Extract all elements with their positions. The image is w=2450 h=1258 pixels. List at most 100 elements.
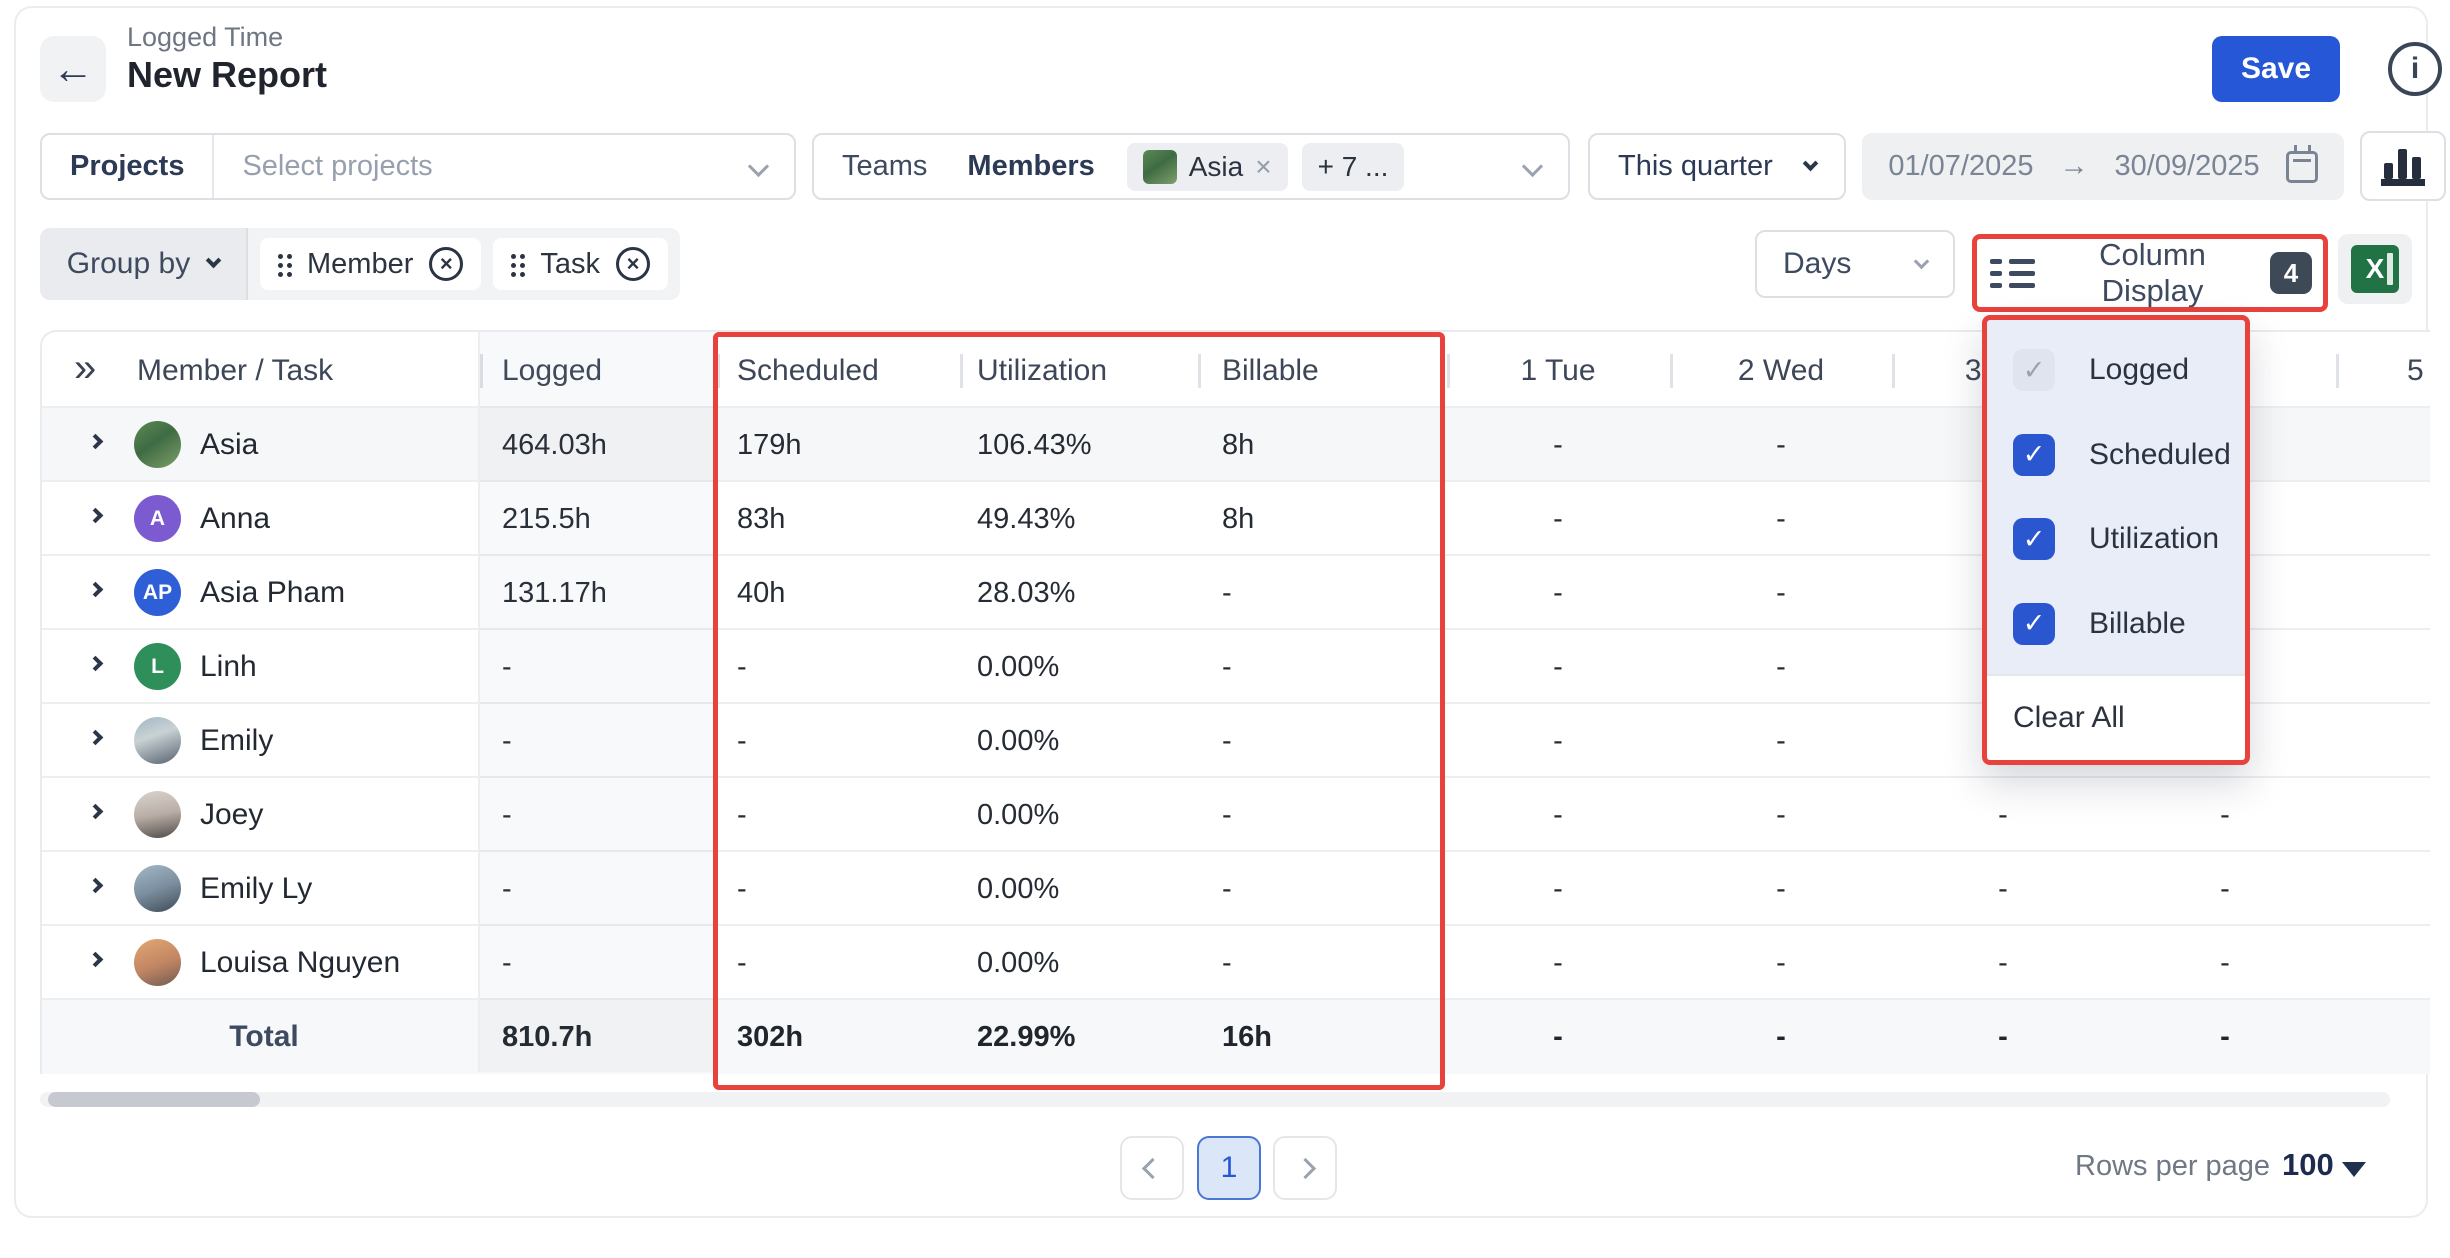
column-option-billable[interactable]: ✓Billable xyxy=(1987,603,2245,645)
total-utilization: 22.99% xyxy=(977,1021,1075,1054)
avatar xyxy=(134,791,181,838)
back-button[interactable]: ← xyxy=(40,36,106,102)
divider xyxy=(2336,354,2339,388)
row-expander-icon[interactable] xyxy=(88,434,104,450)
divider xyxy=(1198,354,1201,388)
save-button[interactable]: Save xyxy=(2212,36,2340,102)
next-page-button[interactable] xyxy=(1273,1136,1337,1200)
date-range[interactable]: 01/07/2025 → 30/09/2025 xyxy=(1862,133,2344,200)
col-member-task: Member / Task xyxy=(137,354,333,388)
member-name: Louisa Nguyen xyxy=(200,946,400,980)
granularity-select[interactable]: Days xyxy=(1755,230,1955,298)
member-name: Emily xyxy=(200,724,273,758)
checkbox-icon[interactable]: ✓ xyxy=(2013,518,2055,560)
col-billable: Billable xyxy=(1222,354,1319,388)
divider xyxy=(1892,354,1895,388)
day-cell: - xyxy=(1553,799,1563,832)
member-chip-avatar xyxy=(1143,150,1177,184)
day-cell: - xyxy=(1776,947,1786,980)
drag-handle-icon[interactable] xyxy=(511,254,516,259)
chip-close-icon[interactable]: × xyxy=(1255,151,1271,183)
metric-cell: 106.43% xyxy=(977,429,1092,462)
rows-per-page-label: Rows per page xyxy=(2075,1150,2270,1183)
divider xyxy=(1447,354,1450,388)
day-cell: - xyxy=(2220,947,2230,980)
group-chip-member[interactable]: Member × xyxy=(260,238,481,290)
row-expander-icon[interactable] xyxy=(88,582,104,598)
date-end[interactable]: 30/09/2025 xyxy=(2115,150,2260,183)
clear-all-button[interactable]: Clear All xyxy=(1987,674,2245,760)
group-chip-task[interactable]: Task × xyxy=(493,238,668,290)
teams-members-filter[interactable]: Teams Members Asia × + 7 ... xyxy=(812,133,1570,200)
remove-chip-icon[interactable]: × xyxy=(429,247,463,281)
members-tab[interactable]: Members xyxy=(927,150,1094,183)
more-members-chip[interactable]: + 7 ... xyxy=(1302,143,1405,191)
metric-cell: - xyxy=(1222,577,1232,610)
current-page-button[interactable]: 1 xyxy=(1197,1136,1261,1200)
metric-cell: - xyxy=(502,947,512,980)
metric-cell: - xyxy=(502,651,512,684)
chart-view-button[interactable] xyxy=(2360,131,2446,201)
metric-cell: 49.43% xyxy=(977,503,1075,536)
metric-cell: - xyxy=(1222,947,1232,980)
member-chip[interactable]: Asia × xyxy=(1127,143,1288,191)
day-cell: - xyxy=(2220,873,2230,906)
column-option-scheduled[interactable]: ✓Scheduled xyxy=(1987,434,2245,476)
total-label: Total xyxy=(139,1020,389,1054)
day-cell: - xyxy=(1553,577,1563,610)
row-expander-icon[interactable] xyxy=(88,508,104,524)
group-by-dropdown[interactable]: Group by xyxy=(40,228,246,300)
period-select[interactable]: This quarter xyxy=(1588,133,1846,200)
checkbox-icon[interactable]: ✓ xyxy=(2013,349,2055,391)
avatar: AP xyxy=(134,569,181,616)
col-day-1: 1 Tue xyxy=(1520,354,1595,388)
metric-cell: 215.5h xyxy=(502,503,591,536)
metric-cell: - xyxy=(737,725,747,758)
day-cell: - xyxy=(1776,725,1786,758)
column-option-logged[interactable]: ✓Logged xyxy=(1987,349,2245,391)
day-cell: - xyxy=(1776,577,1786,610)
checkbox-icon[interactable]: ✓ xyxy=(2013,603,2055,645)
horizontal-scrollbar-thumb[interactable] xyxy=(48,1092,260,1107)
remove-chip-icon[interactable]: × xyxy=(616,247,650,281)
prev-page-button[interactable] xyxy=(1120,1136,1184,1200)
horizontal-scrollbar-track[interactable] xyxy=(40,1092,2390,1107)
checkbox-icon[interactable]: ✓ xyxy=(2013,434,2055,476)
row-expander-icon[interactable] xyxy=(88,730,104,746)
rows-per-page-dropdown-icon[interactable] xyxy=(2342,1162,2366,1177)
member-name: Asia xyxy=(200,428,258,462)
row-expander-icon[interactable] xyxy=(88,656,104,672)
metric-cell: - xyxy=(737,799,747,832)
day-cell: - xyxy=(1776,799,1786,832)
row-expander-icon[interactable] xyxy=(88,804,104,820)
total-scheduled: 302h xyxy=(737,1021,803,1054)
breadcrumb: Logged Time xyxy=(127,22,283,53)
col-day-2: 2 Wed xyxy=(1738,354,1824,388)
rows-per-page-value[interactable]: 100 xyxy=(2282,1147,2334,1183)
export-excel-button[interactable]: X xyxy=(2338,234,2412,304)
total-day-cell: - xyxy=(1553,1021,1563,1054)
metric-cell: - xyxy=(1222,651,1232,684)
metric-cell: - xyxy=(737,651,747,684)
day-cell: - xyxy=(1553,429,1563,462)
metric-cell: - xyxy=(502,799,512,832)
row-expander-icon[interactable] xyxy=(88,952,104,968)
metric-cell: - xyxy=(1222,799,1232,832)
drag-handle-icon[interactable] xyxy=(278,254,283,259)
group-chip-label: Member xyxy=(307,248,413,281)
column-count-badge: 4 xyxy=(2270,252,2312,294)
chevron-right-icon xyxy=(1294,1157,1315,1178)
divider xyxy=(960,354,963,388)
divider xyxy=(717,354,720,388)
table-row: Emily Ly--0.00%----- xyxy=(42,852,2430,926)
column-display-button[interactable]: Column Display 4 xyxy=(1990,246,2312,300)
row-expander-icon[interactable] xyxy=(88,878,104,894)
date-start[interactable]: 01/07/2025 xyxy=(1888,150,2033,183)
info-button[interactable]: i xyxy=(2388,42,2442,96)
collapse-columns-icon[interactable]: » xyxy=(74,346,96,391)
member-chip-label: Asia xyxy=(1189,151,1243,183)
column-option-utilization[interactable]: ✓Utilization xyxy=(1987,518,2245,560)
chevron-down-icon xyxy=(206,252,222,268)
teams-tab[interactable]: Teams xyxy=(814,150,927,183)
projects-filter[interactable]: Projects Select projects xyxy=(40,133,796,200)
